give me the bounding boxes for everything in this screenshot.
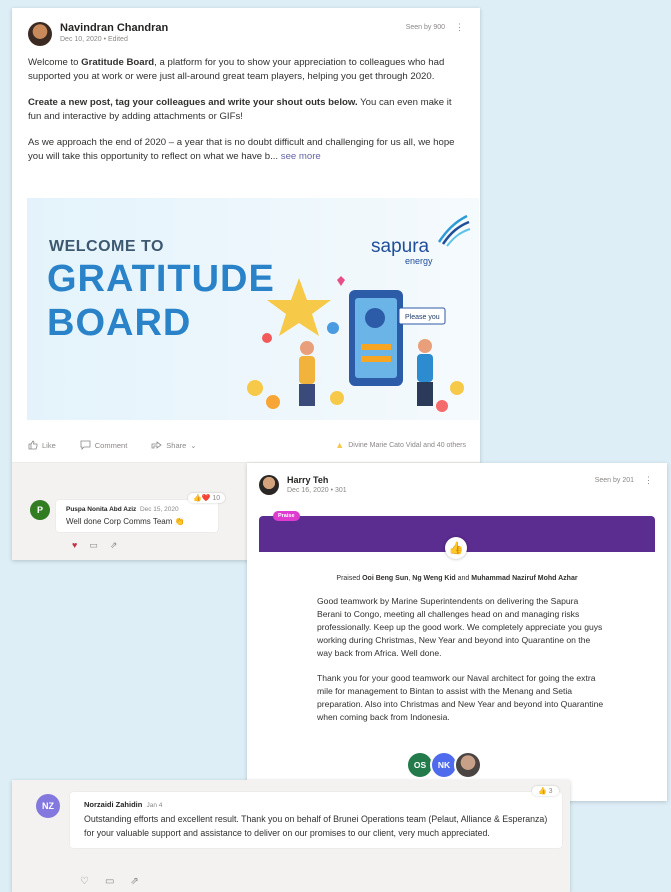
praised-person[interactable]: Ooi Beng Sun <box>362 575 408 582</box>
comment-text: Outstanding efforts and excellent result… <box>84 814 548 838</box>
more-options-icon[interactable]: ⋮ <box>455 22 464 33</box>
sapura-logo-icon <box>437 214 471 247</box>
praised-line: Praised Ooi Beng Sun, Ng Weng Kid and Mu… <box>336 575 578 582</box>
author-name[interactable]: Harry Teh <box>287 475 347 485</box>
post-actions: Like Comment Share ⌄ <box>28 440 197 450</box>
reply-card: NZ Norzaidi Zahidin Jan 4 Outstanding ef… <box>12 780 570 892</box>
reactions-summary[interactable]: ▲ Divine Marie Cato Vidal and 40 others <box>335 440 466 450</box>
share-button[interactable]: Share ⌄ <box>151 440 197 450</box>
praise-paragraph: Thank you for your good teamwork our Nav… <box>317 673 604 722</box>
comment-text: Well done Corp Comms Team 👏 <box>66 517 185 526</box>
gratitude-board-bold: Gratitude Board <box>81 57 155 68</box>
comment-reactions[interactable]: 👍❤️ 10 <box>188 493 226 503</box>
share-icon <box>151 441 162 449</box>
post-date: Dec 16, 2020 <box>287 487 329 494</box>
praise-message: Good teamwork by Marine Superintendents … <box>317 595 605 736</box>
see-more-link[interactable]: see more <box>281 151 321 162</box>
commenter-name[interactable]: Puspa Nonita Abd Aziz <box>66 506 136 513</box>
like-label: Like <box>42 440 56 450</box>
comment-label: Comment <box>94 440 128 450</box>
brand-sub: energy <box>405 256 433 266</box>
author-avatar[interactable] <box>259 475 279 495</box>
praise-tag: Praise <box>273 511 300 521</box>
comment-bubble: Puspa Nonita Abd Aziz Dec 15, 2020 Well … <box>56 500 218 532</box>
author-avatar[interactable] <box>28 22 52 46</box>
post-meta: 301 <box>335 487 347 494</box>
banner-welcome: WELCOME TO <box>49 238 164 255</box>
edited-label: Edited <box>108 36 128 43</box>
like-icon <box>28 440 38 450</box>
comment-date: Jan 4 <box>146 802 163 809</box>
seen-count[interactable]: Seen by 900 <box>406 24 445 31</box>
closing-text: As we approach the end of 2020 – a year … <box>28 137 455 162</box>
reactions-text: Divine Marie Cato Vidal and 40 others <box>348 441 466 449</box>
share-icon[interactable]: ⇗ <box>130 876 138 887</box>
like-button[interactable]: Like <box>28 440 56 450</box>
praise-badge-icon: 👍 <box>445 537 467 559</box>
chevron-down-icon: ⌄ <box>190 440 197 450</box>
more-options-icon[interactable]: ⋮ <box>644 475 653 486</box>
author-name[interactable]: Navindran Chandran <box>60 22 168 34</box>
reply-icon[interactable]: ▭ <box>89 540 98 551</box>
comment-icon <box>80 440 91 450</box>
comment-reactions[interactable]: 👍 3 <box>532 786 559 796</box>
praised-person[interactable]: Muhammad Naziruf Mohd Azhar <box>471 575 577 582</box>
praised-avatars: OS NK <box>406 751 482 779</box>
comment-bubble: Norzaidi Zahidin Jan 4 Outstanding effor… <box>70 792 562 848</box>
brand-name: sapura <box>371 236 430 257</box>
comment-button[interactable]: Comment <box>80 440 128 450</box>
comment-date: Dec 15, 2020 <box>139 506 179 513</box>
banner-sign-text: Please you <box>405 314 440 321</box>
post-date: Dec 10, 2020 <box>60 36 102 43</box>
thumbs-up-icon: ▲ <box>335 440 345 450</box>
share-label: Share <box>166 440 187 450</box>
commenter-avatar[interactable]: P <box>30 500 50 520</box>
banner-board: BOARD <box>47 302 192 344</box>
share-icon[interactable]: ⇗ <box>110 540 118 551</box>
post-praise: Harry Teh Dec 16, 2020 • 301 Seen by 201… <box>247 463 667 801</box>
banner-illustration: Please you <box>247 276 464 412</box>
intro-text: Welcome to <box>28 57 82 68</box>
praised-person[interactable]: Ng Weng Kid <box>412 575 455 582</box>
praised-and: and <box>455 575 472 582</box>
commenter-name[interactable]: Norzaidi Zahidin <box>84 800 142 809</box>
person-avatar-photo[interactable] <box>454 751 482 779</box>
like-icon[interactable]: ♡ <box>80 876 89 887</box>
praised-prefix: Praised <box>336 575 363 582</box>
commenter-avatar[interactable]: NZ <box>36 794 60 818</box>
praise-paragraph: Good teamwork by Marine Superintendents … <box>317 596 603 658</box>
cta-bold: Create a new post, tag your colleagues a… <box>28 97 358 108</box>
comment-actions: ♥ ▭ ⇗ <box>72 540 117 551</box>
post-body: Welcome to Gratitude Board, a platform f… <box>12 46 480 164</box>
comment-actions: ♡ ▭ ⇗ <box>80 876 139 887</box>
heart-icon[interactable]: ♥ <box>72 540 77 551</box>
gratitude-banner-image[interactable]: WELCOME TO GRATITUDE BOARD sapura energy… <box>27 198 479 420</box>
seen-count[interactable]: Seen by 201 <box>595 477 634 484</box>
reply-icon[interactable]: ▭ <box>105 876 114 887</box>
